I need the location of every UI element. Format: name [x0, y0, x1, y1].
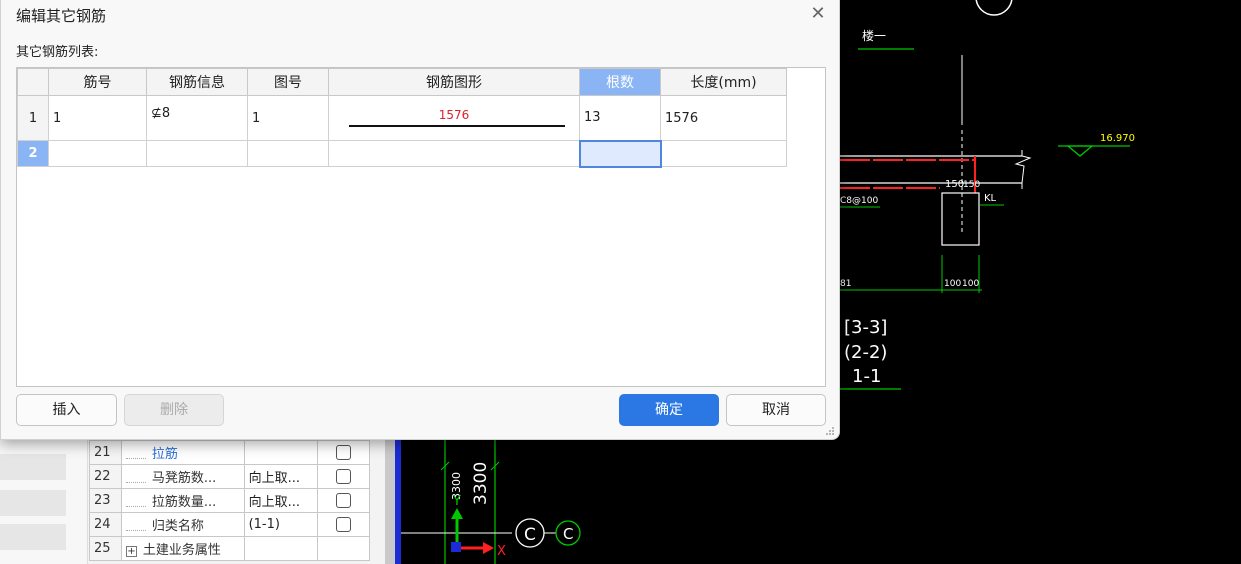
ok-button[interactable]: 确定 [619, 394, 719, 426]
cell-shape-no[interactable] [247, 140, 329, 167]
cad-dim-100a: 100 [944, 279, 961, 289]
property-row-number: 23 [89, 488, 122, 513]
cad-dim-150b: 150 [963, 180, 980, 190]
cad-axis-y: Y [452, 494, 461, 509]
property-checkbox-cell[interactable] [317, 488, 370, 513]
cad-dim-81: 81 [840, 279, 851, 289]
property-name-text: 马凳筋数... [151, 471, 217, 486]
left-block [0, 524, 66, 550]
property-name[interactable]: 拉筋数量... [120, 488, 245, 513]
edit-other-rebar-dialog: 编辑其它钢筋 ✕ 其它钢筋列表: 筋号 钢筋信息 图号 钢筋图形 根数 长度(m… [0, 0, 840, 440]
table-row[interactable]: 1 1 ⊈8 1 1576 13 1576 [17, 95, 787, 141]
property-name-text: 拉筋数量... [151, 495, 217, 510]
property-row[interactable]: 22 马凳筋数... 向上取... [89, 464, 370, 489]
col-count[interactable]: 根数 [579, 68, 661, 96]
property-checkbox-cell[interactable] [317, 440, 370, 465]
cad-section-2-2: (2-2) [844, 342, 887, 363]
property-name-text: 拉筋 [151, 447, 178, 462]
property-checkbox-cell[interactable] [317, 536, 370, 561]
cancel-button[interactable]: 取消 [726, 394, 826, 426]
cad-section-3-3: [3-3] [844, 317, 887, 338]
tree-connector [125, 499, 146, 507]
cad-top-label: 楼一 [862, 28, 886, 43]
resize-grip-icon[interactable] [825, 426, 835, 436]
property-value[interactable]: 向上取... [243, 464, 319, 489]
cell-shape[interactable]: 1576 [328, 95, 580, 141]
cad-dim-100b: 100 [962, 279, 979, 289]
property-row[interactable]: 25 + 土建业务属性 [89, 536, 370, 561]
cell-bar-info[interactable]: ⊈8 [146, 95, 248, 141]
checkbox[interactable] [336, 493, 352, 508]
cell-bar-info[interactable] [146, 140, 248, 167]
property-value[interactable]: (1-1) [243, 512, 319, 537]
property-name[interactable]: 归类名称 [120, 512, 245, 537]
checkbox[interactable] [336, 469, 352, 484]
property-row-number: 22 [89, 464, 122, 489]
property-checkbox-cell[interactable] [317, 512, 370, 537]
cell-length[interactable] [660, 140, 787, 167]
property-name-text: 土建业务属性 [142, 543, 221, 558]
tree-connector [125, 475, 146, 483]
property-row[interactable]: 23 拉筋数量... 向上取... [89, 488, 370, 513]
cell-shape-no[interactable]: 1 [247, 95, 329, 141]
cell-bar-no[interactable]: 1 [48, 95, 147, 141]
cell-shape[interactable] [328, 140, 580, 167]
cad-axis-x: X [497, 544, 506, 559]
row-number[interactable]: 1 [17, 95, 49, 141]
property-table: 21 拉筋 22 马凳筋数... 向上取... 23 拉筋数量... 向上取... 24 归类名称… [89, 440, 370, 561]
left-block [0, 454, 66, 480]
checkbox[interactable] [336, 517, 352, 532]
tree-connector [125, 523, 146, 531]
cell-length[interactable]: 1576 [660, 95, 787, 141]
cad-axis-c-outline: C [524, 525, 536, 545]
cad-section-1-1: 1-1 [852, 366, 881, 387]
tree-connector [125, 451, 146, 459]
rebar-line [349, 125, 565, 127]
cad-c8-label: C8@100 [840, 196, 878, 206]
col-shape-no[interactable]: 图号 [247, 68, 329, 96]
background-blue-bar [395, 440, 401, 564]
shape-length-label: 1576 [438, 108, 470, 122]
grid-corner[interactable] [17, 68, 49, 96]
cell-count[interactable] [578, 139, 662, 168]
col-shape[interactable]: 钢筋图形 [328, 68, 580, 96]
checkbox[interactable] [336, 445, 352, 460]
property-row[interactable]: 24 归类名称 (1-1) [89, 512, 370, 537]
cad-dim-3300: 3300 [471, 462, 491, 505]
dialog-title: 编辑其它钢筋 [16, 7, 107, 25]
cad-kl-label: KL [984, 193, 997, 204]
cad-dim-150: 150 [945, 179, 964, 190]
rebar-grid: 筋号 钢筋信息 图号 钢筋图形 根数 长度(mm) 1 1 ⊈8 1 1576 … [16, 67, 826, 387]
property-name-text: 归类名称 [151, 519, 204, 534]
row-number[interactable]: 2 [17, 140, 49, 167]
rebar-shape-drawing: 1576 [329, 96, 579, 140]
table-row[interactable]: 2 [17, 139, 787, 168]
background-left-column [0, 440, 88, 564]
col-bar-info[interactable]: 钢筋信息 [146, 68, 248, 96]
property-name[interactable]: + 土建业务属性 [120, 536, 245, 561]
property-value[interactable] [243, 536, 319, 561]
insert-button[interactable]: 插入 [16, 394, 117, 426]
cad-elevation-label: 16.970 [1100, 133, 1135, 144]
col-bar-no[interactable]: 筋号 [48, 68, 147, 96]
property-name[interactable]: 马凳筋数... [120, 464, 245, 489]
delete-button[interactable]: 删除 [124, 394, 224, 426]
property-checkbox-cell[interactable] [317, 464, 370, 489]
property-row-number: 21 [89, 440, 122, 465]
cad-axis-c: C [563, 525, 573, 543]
rebar-list-label: 其它钢筋列表: [16, 45, 99, 60]
property-row-number: 24 [89, 512, 122, 537]
col-length[interactable]: 长度(mm) [660, 68, 787, 96]
property-value[interactable]: 向上取... [243, 488, 319, 513]
cell-count[interactable]: 13 [579, 95, 661, 141]
cell-bar-no[interactable] [48, 140, 147, 167]
close-icon[interactable]: ✕ [806, 2, 830, 26]
property-row-number: 25 [89, 536, 122, 561]
expand-icon[interactable]: + [125, 546, 137, 557]
property-row[interactable]: 21 拉筋 [89, 440, 370, 465]
property-name[interactable]: 拉筋 [120, 440, 245, 465]
left-block [0, 490, 66, 516]
property-value[interactable] [243, 440, 319, 465]
